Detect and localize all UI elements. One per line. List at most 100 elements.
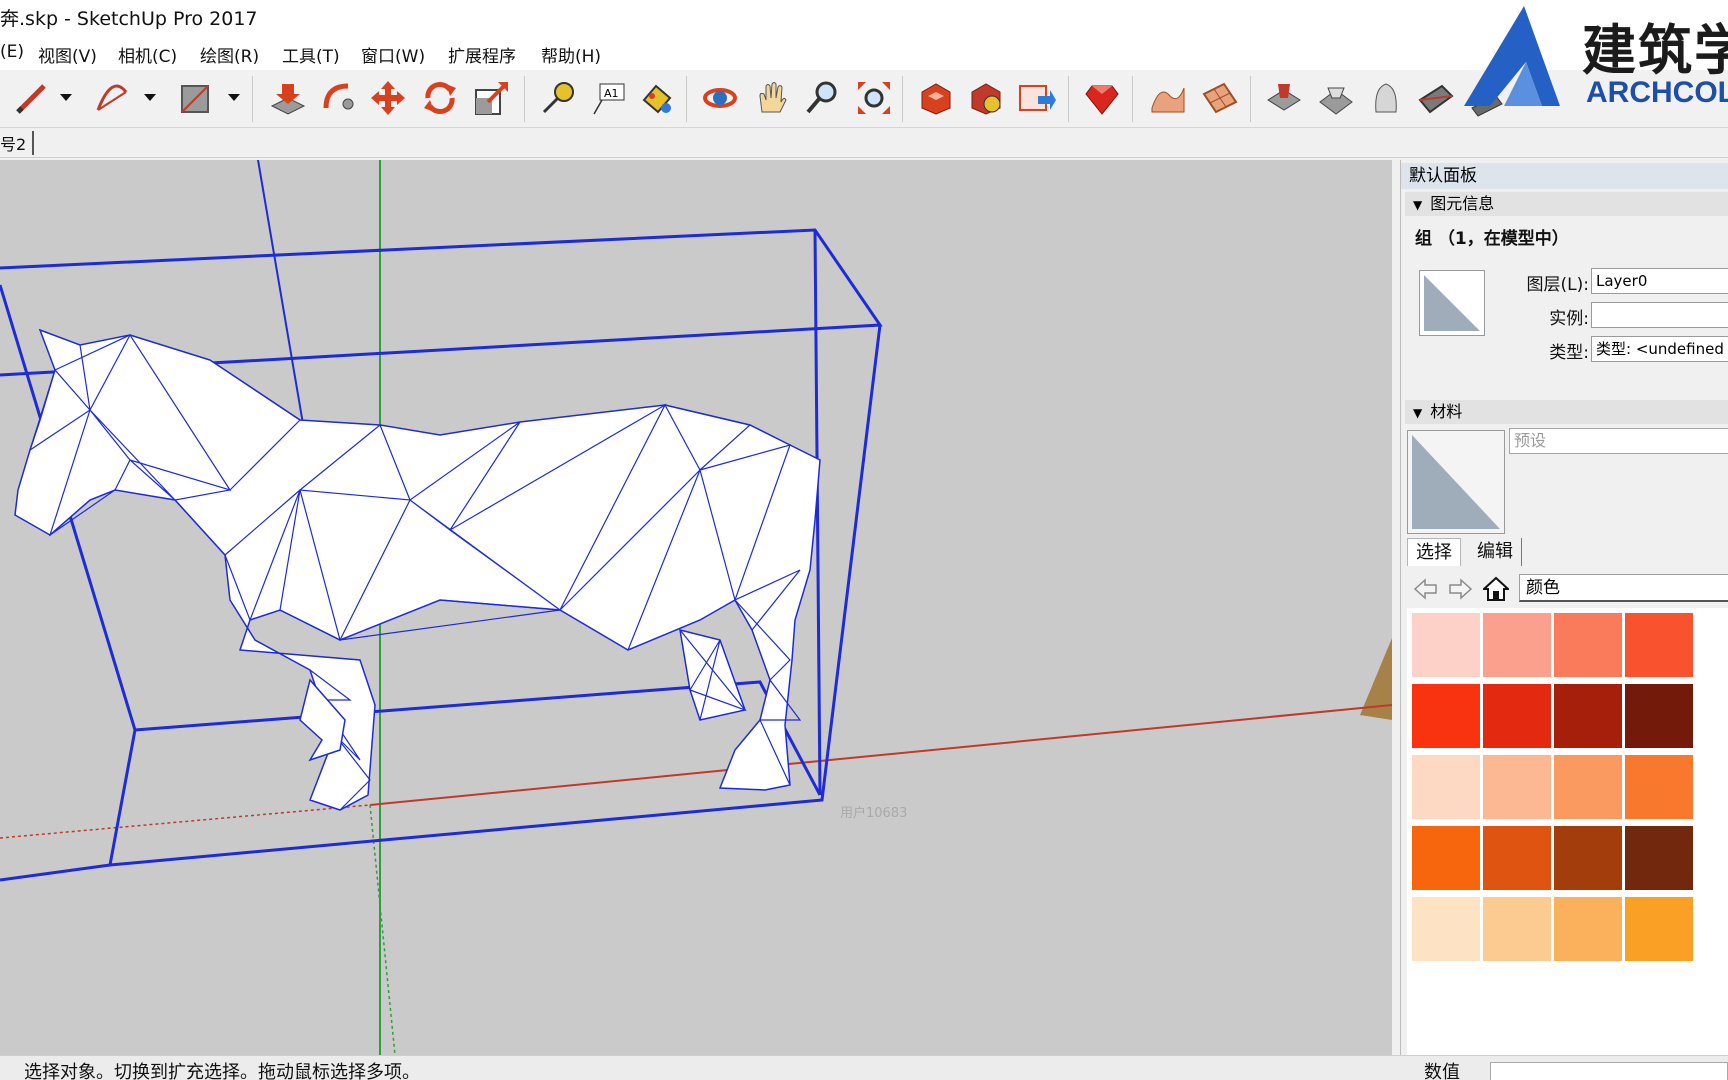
toolbar-separator [686, 76, 687, 122]
menu-view[interactable]: 视图(V) [38, 42, 97, 67]
menu-help[interactable]: 帮助(H) [541, 42, 601, 67]
material-swatch[interactable] [1553, 825, 1623, 891]
red-axis-hidden [0, 804, 371, 839]
red-axis [369, 704, 1392, 806]
warehouse-icon[interactable] [916, 78, 956, 118]
logo-chinese-text: 建筑学 [1582, 19, 1728, 82]
material-swatch[interactable] [1553, 612, 1623, 678]
sandbox-smoove-icon[interactable] [1148, 78, 1188, 118]
svg-text:A1: A1 [604, 87, 619, 100]
material-swatch[interactable] [1553, 754, 1623, 820]
menu-edit[interactable]: (E) [0, 42, 24, 62]
material-swatch[interactable] [1624, 896, 1694, 962]
material-swatch[interactable] [1553, 896, 1623, 962]
model-viewport[interactable]: 用户10683 [0, 160, 1392, 1055]
arc-dropdown-icon[interactable] [144, 94, 156, 101]
material-swatch[interactable] [1482, 825, 1552, 891]
pencil-dropdown-icon[interactable] [60, 94, 72, 101]
material-swatch[interactable] [1482, 612, 1552, 678]
horse-model [14, 328, 821, 811]
tab-select[interactable]: 选择 [1407, 538, 1461, 566]
rotate-icon[interactable] [420, 78, 460, 118]
pencil-icon[interactable] [10, 78, 50, 118]
scale-icon[interactable] [472, 78, 512, 118]
toolbar-separator [524, 76, 525, 122]
zoom-extents-icon[interactable] [854, 78, 894, 118]
material-swatch[interactable] [1482, 754, 1552, 820]
archcol-logo: 建筑学 ARCHCOL [1460, 0, 1728, 118]
measurements-input[interactable] [1490, 1062, 1728, 1080]
material-swatch-grid [1407, 608, 1728, 1055]
sketchup-window: 奔.skp - SketchUp Pro 2017 (E) 视图(V) 相机(C… [0, 0, 1728, 1080]
toolbar-separator [1132, 76, 1133, 122]
green-axis-hidden [369, 804, 396, 1055]
material-name-input[interactable]: 预设 [1509, 428, 1728, 454]
menu-camera[interactable]: 相机(C) [118, 42, 177, 67]
ruby-icon[interactable] [1082, 78, 1122, 118]
add-detail-icon[interactable] [1366, 78, 1406, 118]
toolbar-separator [252, 76, 253, 122]
material-swatch[interactable] [1624, 612, 1694, 678]
extension-warehouse-icon[interactable] [966, 78, 1006, 118]
push-pull-icon[interactable] [268, 78, 308, 118]
move-icon[interactable] [368, 78, 408, 118]
rectangle-icon[interactable] [176, 78, 216, 118]
arc-icon[interactable] [92, 78, 132, 118]
material-swatch[interactable] [1624, 683, 1694, 749]
material-swatch[interactable] [1411, 683, 1481, 749]
zoom-icon[interactable] [802, 78, 842, 118]
entity-title: 组 （1，在模型中） [1415, 229, 1569, 249]
toolbar-separator [1250, 76, 1251, 122]
menu-draw[interactable]: 绘图(R) [200, 42, 259, 67]
status-hint: 选择对象。切换到扩充选择。拖动鼠标选择多项。 [24, 1062, 420, 1080]
pan-icon[interactable] [752, 78, 792, 118]
material-preview [1407, 430, 1505, 534]
material-swatch[interactable] [1411, 825, 1481, 891]
material-swatch[interactable] [1482, 683, 1552, 749]
material-swatch[interactable] [1411, 754, 1481, 820]
rectangle-dropdown-icon[interactable] [228, 94, 240, 101]
logo-english-text: ARCHCOL [1586, 76, 1728, 109]
stamp-icon[interactable] [1264, 78, 1304, 118]
material-swatch[interactable] [1411, 612, 1481, 678]
tray-title: 默认面板 [1401, 163, 1728, 189]
forward-arrow-icon[interactable] [1447, 576, 1473, 602]
instance-input[interactable] [1591, 302, 1728, 328]
scene-tabs-bar: 号2 [0, 128, 1728, 158]
entity-info-header[interactable]: ▼ 图元信息 [1405, 192, 1728, 216]
flip-edge-icon[interactable] [1416, 78, 1456, 118]
user-watermark: 用户10683 [840, 806, 908, 821]
material-swatch[interactable] [1624, 825, 1694, 891]
toolbar-separator [902, 76, 903, 122]
drape-icon[interactable] [1316, 78, 1356, 118]
follow-me-icon[interactable] [318, 78, 358, 118]
menu-extensions[interactable]: 扩展程序 [448, 42, 516, 67]
material-swatch[interactable] [1624, 754, 1694, 820]
archcol-logo-mark [1464, 6, 1560, 106]
materials-header[interactable]: ▼ 材料 [1405, 400, 1728, 424]
menu-window[interactable]: 窗口(W) [361, 42, 425, 67]
layer-dropdown[interactable]: Layer0 [1591, 268, 1728, 294]
home-icon[interactable] [1481, 576, 1511, 602]
material-swatch[interactable] [1482, 896, 1552, 962]
menu-tools[interactable]: 工具(T) [282, 42, 340, 67]
material-swatch[interactable] [1553, 683, 1623, 749]
send-to-layout-icon[interactable] [1016, 78, 1056, 118]
window-title: 奔.skp - SketchUp Pro 2017 [0, 8, 258, 30]
back-arrow-icon[interactable] [1413, 576, 1439, 602]
paint-bucket-icon[interactable] [636, 78, 676, 118]
text-icon[interactable]: A1 [588, 78, 628, 118]
orbit-icon[interactable] [700, 78, 740, 118]
material-swatch[interactable] [1411, 896, 1481, 962]
status-bar: 选择对象。切换到扩充选择。拖动鼠标选择多项。 数值 [0, 1055, 1728, 1080]
tape-measure-icon[interactable] [538, 78, 578, 118]
scene-tab[interactable]: 号2 [0, 131, 35, 155]
type-input[interactable]: 类型: <undefined [1591, 336, 1728, 362]
material-collection-select[interactable]: 颜色 [1519, 574, 1728, 602]
entity-material-swatch[interactable] [1419, 270, 1485, 336]
tab-edit[interactable]: 编辑 [1469, 538, 1522, 566]
toolbar-separator [1068, 76, 1069, 122]
layer-label: 图层(L): [1526, 275, 1589, 295]
type-label: 类型: [1549, 343, 1589, 363]
sandbox-grid-icon[interactable] [1200, 78, 1240, 118]
